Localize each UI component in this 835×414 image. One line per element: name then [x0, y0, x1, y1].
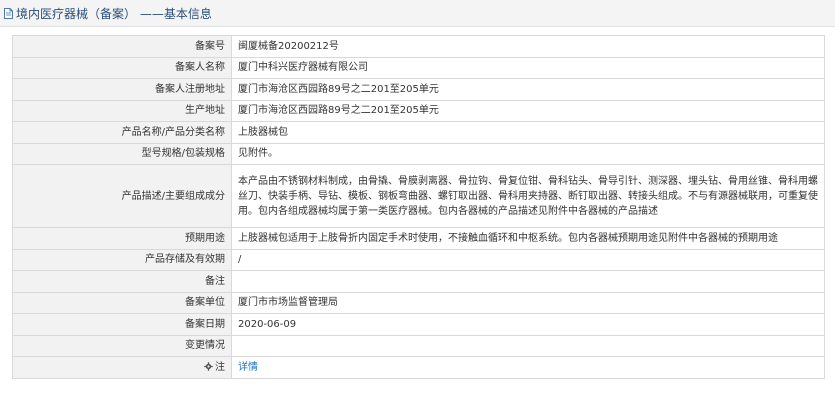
- row-label-intended-use: 预期用途: [12, 227, 232, 250]
- table-row: 产品名称/产品分类名称 上肢器械包: [12, 121, 825, 144]
- page-header: 境内医疗器械（备案） ——基本信息: [0, 0, 835, 27]
- table-row: 备案日期 2020-06-09: [12, 313, 825, 336]
- row-value-storage-validity: /: [231, 248, 825, 271]
- table-row: 备案单位 厦门市市场监督管理局: [12, 291, 825, 314]
- table-row: 备案人注册地址 厦门市海沧区西园路89号之二201至205单元: [12, 78, 825, 101]
- row-label-product-name: 产品名称/产品分类名称: [12, 121, 232, 144]
- table-row: 生产地址 厦门市海沧区西园路89号之二201至205单元: [12, 99, 825, 122]
- row-value-change-status: [231, 334, 825, 357]
- row-label-storage-validity: 产品存储及有效期: [12, 248, 232, 271]
- row-label-filing-date: 备案日期: [12, 313, 232, 336]
- row-value-remarks: [231, 270, 825, 293]
- table-row: 备案人名称 厦门中科兴医疗器械有限公司: [12, 56, 825, 79]
- gear-icon: [204, 361, 213, 371]
- row-label-change-status: 变更情况: [12, 334, 232, 357]
- row-label-production-address: 生产地址: [12, 99, 232, 122]
- table-row: 预期用途 上肢器械包适用于上肢骨折内固定手术时使用，不接触血循环和中枢系统。包内…: [12, 227, 825, 250]
- table-row: 产品存储及有效期 /: [12, 248, 825, 271]
- row-label-registrant-address: 备案人注册地址: [12, 78, 232, 101]
- info-table: 备案号 闽厦械备20200212号 备案人名称 厦门中科兴医疗器械有限公司 备案…: [12, 35, 825, 379]
- row-value-product-name: 上肢器械包: [231, 121, 825, 144]
- row-label-product-description: 产品描述/主要组成成分: [12, 164, 232, 228]
- document-icon: [4, 7, 13, 19]
- table-row: 型号规格/包装规格 见附件。: [12, 142, 825, 165]
- row-value-registration-number: 闽厦械备20200212号: [231, 35, 825, 58]
- row-value-production-address: 厦门市海沧区西园路89号之二201至205单元: [231, 99, 825, 122]
- details-link[interactable]: 详情: [238, 362, 258, 373]
- table-row: 备注: [12, 270, 825, 293]
- row-value-model-spec: 见附件。: [231, 142, 825, 165]
- table-row: 备案号 闽厦械备20200212号: [12, 35, 825, 58]
- info-panel: 备案号 闽厦械备20200212号 备案人名称 厦门中科兴医疗器械有限公司 备案…: [12, 35, 825, 379]
- row-value-registrant-name: 厦门中科兴医疗器械有限公司: [231, 56, 825, 79]
- row-label-filing-unit: 备案单位: [12, 291, 232, 314]
- row-value-filing-date: 2020-06-09: [231, 313, 825, 336]
- row-label-model-spec: 型号规格/包装规格: [12, 142, 232, 165]
- row-value-filing-unit: 厦门市市场监督管理局: [231, 291, 825, 314]
- note-label-text: 注: [215, 361, 225, 373]
- table-row: 产品描述/主要组成成分 本产品由不锈钢材料制成，由骨撬、骨膜剥离器、骨拉钩、骨复…: [12, 164, 825, 228]
- row-value-registrant-address: 厦门市海沧区西园路89号之二201至205单元: [231, 78, 825, 101]
- row-label-note: 注: [12, 356, 232, 379]
- row-value-note: 详情: [231, 356, 825, 379]
- row-label-remarks: 备注: [12, 270, 232, 293]
- row-label-registrant-name: 备案人名称: [12, 56, 232, 79]
- table-row: 变更情况: [12, 334, 825, 357]
- row-value-product-description: 本产品由不锈钢材料制成，由骨撬、骨膜剥离器、骨拉钩、骨复位钳、骨科钻头、骨导引针…: [231, 164, 825, 228]
- table-row: 注 详情: [12, 356, 825, 379]
- row-value-intended-use: 上肢器械包适用于上肢骨折内固定手术时使用，不接触血循环和中枢系统。包内各器械预期…: [231, 227, 825, 250]
- page-title: 境内医疗器械（备案） ——基本信息: [16, 6, 212, 21]
- row-label-registration-number: 备案号: [12, 35, 232, 58]
